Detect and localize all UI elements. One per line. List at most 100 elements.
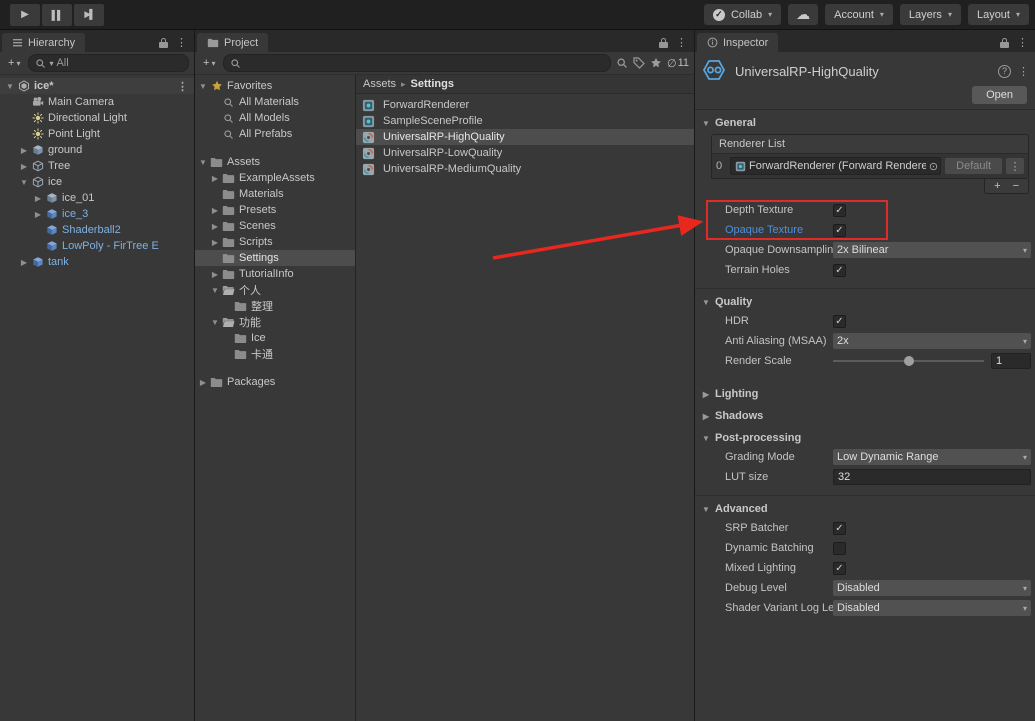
lock-icon[interactable]	[1000, 38, 1009, 48]
foldout-arrow[interactable]: ▼	[197, 158, 209, 167]
panel-menu-icon[interactable]: ⋮	[176, 36, 187, 49]
help-icon[interactable]: ?	[998, 65, 1011, 78]
shadows-foldout[interactable]: ▶ Shadows	[695, 407, 1035, 425]
srp-batcher-checkbox[interactable]: ✓	[833, 522, 846, 535]
save-search-star-icon[interactable]	[650, 57, 662, 69]
project-folder-item[interactable]: 卡通	[195, 346, 355, 362]
project-folder-item[interactable]: ▶Scripts	[195, 234, 355, 250]
asset-row[interactable]: UniversalRP-HighQuality	[356, 129, 694, 145]
foldout-arrow[interactable]: ▶	[209, 206, 221, 215]
project-folder-item[interactable]: ▼Assets	[195, 154, 355, 170]
terrain-holes-checkbox[interactable]: ✓	[833, 264, 846, 277]
account-dropdown[interactable]: Account ▾	[825, 4, 893, 25]
inspector-menu-icon[interactable]: ⋮	[1018, 65, 1029, 78]
project-folder-item[interactable]: ▶TutorialInfo	[195, 266, 355, 282]
quality-foldout[interactable]: ▼ Quality	[695, 293, 1035, 311]
set-default-button[interactable]: Default	[945, 158, 1002, 174]
project-search-box[interactable]	[223, 54, 611, 72]
anti-aliasing-dropdown[interactable]: 2x ▾	[833, 333, 1031, 349]
general-foldout[interactable]: ▼ General	[695, 114, 1035, 132]
render-scale-slider[interactable]	[833, 360, 984, 362]
opaque-downsampling-dropdown[interactable]: 2x Bilinear ▾	[833, 242, 1031, 258]
tab-project[interactable]: Project	[197, 33, 268, 52]
object-picker-icon[interactable]: ⊙	[929, 160, 938, 173]
breadcrumb-assets[interactable]: Assets	[363, 78, 396, 90]
add-renderer-button[interactable]: +	[994, 180, 1000, 192]
create-asset-button[interactable]: + ▾	[200, 57, 218, 69]
project-search-input[interactable]	[244, 57, 604, 69]
hierarchy-item[interactable]: ▶tank	[0, 254, 194, 270]
foldout-arrow[interactable]: ▶	[32, 210, 44, 219]
tab-inspector[interactable]: Inspector	[697, 33, 778, 52]
hidden-packages-counter[interactable]: ∅ 11	[667, 57, 689, 70]
search-by-label-icon[interactable]	[633, 57, 645, 69]
grading-mode-dropdown[interactable]: Low Dynamic Range ▾	[833, 449, 1031, 465]
hierarchy-item[interactable]: ▶ice_01	[0, 190, 194, 206]
layout-dropdown[interactable]: Layout ▾	[968, 4, 1029, 25]
project-folder-item[interactable]: Settings	[195, 250, 355, 266]
post-processing-foldout[interactable]: ▼ Post-processing	[695, 429, 1035, 447]
remove-renderer-button[interactable]: −	[1013, 180, 1019, 192]
project-folder-item[interactable]: ▶Presets	[195, 202, 355, 218]
project-folder-item[interactable]: Ice	[195, 330, 355, 346]
collab-dropdown[interactable]: ✓ Collab ▾	[704, 4, 781, 25]
hierarchy-item[interactable]: Directional Light	[0, 110, 194, 126]
renderer-list-row[interactable]: 0 ForwardRenderer (Forward Renderer Data…	[712, 154, 1028, 178]
asset-row[interactable]: ForwardRenderer	[356, 97, 694, 113]
renderer-object-field[interactable]: ForwardRenderer (Forward Renderer Data) …	[730, 157, 941, 175]
foldout-arrow[interactable]: ▶	[32, 194, 44, 203]
foldout-arrow[interactable]: ▶	[209, 174, 221, 183]
advanced-foldout[interactable]: ▼ Advanced	[695, 500, 1035, 518]
menu-dots-icon[interactable]: ⋮	[177, 80, 188, 93]
foldout-arrow[interactable]: ▼	[18, 178, 30, 187]
hierarchy-item[interactable]: Shaderball2	[0, 222, 194, 238]
project-folder-item[interactable]: ▶Scenes	[195, 218, 355, 234]
hierarchy-item[interactable]: ▼ice	[0, 174, 194, 190]
project-folder-item[interactable]: ▶ExampleAssets	[195, 170, 355, 186]
project-folder-item[interactable]: All Prefabs	[195, 126, 355, 142]
foldout-arrow[interactable]: ▼	[209, 318, 221, 327]
project-folder-item[interactable]: 整理	[195, 298, 355, 314]
play-button[interactable]: ▶	[10, 4, 40, 26]
step-button[interactable]: ▶▌	[74, 4, 104, 26]
project-folder-item[interactable]: Materials	[195, 186, 355, 202]
foldout-arrow[interactable]: ▼	[209, 286, 221, 295]
tab-hierarchy[interactable]: Hierarchy	[2, 33, 85, 52]
create-object-button[interactable]: + ▾	[5, 57, 23, 69]
hierarchy-item[interactable]: Point Light	[0, 126, 194, 142]
project-folder-item[interactable]: ▶Packages	[195, 374, 355, 390]
opaque-texture-checkbox[interactable]: ✓	[833, 224, 846, 237]
hierarchy-item[interactable]: ▼ice*⋮	[0, 78, 194, 94]
dynamic-batching-checkbox[interactable]	[833, 542, 846, 555]
project-folder-item[interactable]: ▼Favorites	[195, 78, 355, 94]
layers-dropdown[interactable]: Layers ▾	[900, 4, 961, 25]
mixed-lighting-checkbox[interactable]: ✓	[833, 562, 846, 575]
search-filter-caret-icon[interactable]: ▾	[49, 59, 53, 68]
search-by-type-icon[interactable]	[616, 57, 628, 69]
slider-knob[interactable]	[904, 356, 914, 366]
asset-row[interactable]: UniversalRP-MediumQuality	[356, 161, 694, 177]
cloud-button[interactable]: ☁	[788, 4, 818, 25]
panel-menu-icon[interactable]: ⋮	[1017, 36, 1028, 49]
asset-row[interactable]: SampleSceneProfile	[356, 113, 694, 129]
hierarchy-item[interactable]: ▶Tree	[0, 158, 194, 174]
asset-row[interactable]: UniversalRP-LowQuality	[356, 145, 694, 161]
project-folder-item[interactable]: All Materials	[195, 94, 355, 110]
foldout-arrow[interactable]: ▶	[18, 258, 30, 267]
debug-level-dropdown[interactable]: Disabled ▾	[833, 580, 1031, 596]
lighting-foldout[interactable]: ▶ Lighting	[695, 385, 1035, 403]
open-button[interactable]: Open	[972, 86, 1027, 104]
project-folder-item[interactable]: All Models	[195, 110, 355, 126]
element-menu-button[interactable]: ⋮	[1006, 158, 1024, 174]
foldout-arrow[interactable]: ▶	[209, 270, 221, 279]
foldout-arrow[interactable]: ▼	[4, 82, 16, 91]
hierarchy-search-box[interactable]: ▾	[28, 54, 189, 72]
foldout-arrow[interactable]: ▼	[197, 82, 209, 91]
hierarchy-item[interactable]: Main Camera	[0, 94, 194, 110]
shader-variant-log-dropdown[interactable]: Disabled ▾	[833, 600, 1031, 616]
hierarchy-search-input[interactable]	[56, 57, 182, 69]
hierarchy-item[interactable]: ▶ice_3	[0, 206, 194, 222]
breadcrumb-settings[interactable]: Settings	[411, 78, 454, 90]
lock-icon[interactable]	[659, 38, 668, 48]
foldout-arrow[interactable]: ▶	[18, 146, 30, 155]
